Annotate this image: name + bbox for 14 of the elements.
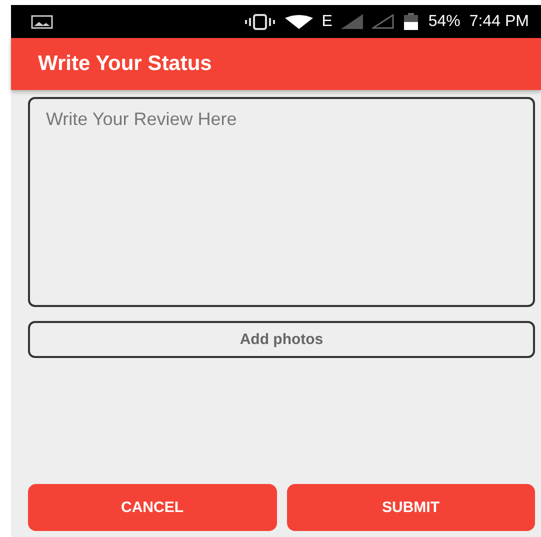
signal-icon xyxy=(372,14,394,29)
picture-icon xyxy=(31,14,53,28)
cancel-button[interactable]: CANCEL xyxy=(28,484,276,531)
battery-percent: 54% xyxy=(428,12,460,30)
review-field[interactable]: Write Your Review Here xyxy=(28,97,535,307)
signal-icon xyxy=(341,14,364,29)
app-title: Write Your Status xyxy=(38,52,212,76)
wifi-icon xyxy=(284,14,313,28)
vibrate-icon xyxy=(244,14,276,30)
add-photos-button[interactable]: Add photos xyxy=(28,321,535,358)
network-type: E xyxy=(322,12,332,30)
submit-button[interactable]: SUBMIT xyxy=(286,484,535,531)
clock-time: 7:44 PM xyxy=(469,12,529,30)
battery-icon xyxy=(403,13,420,30)
